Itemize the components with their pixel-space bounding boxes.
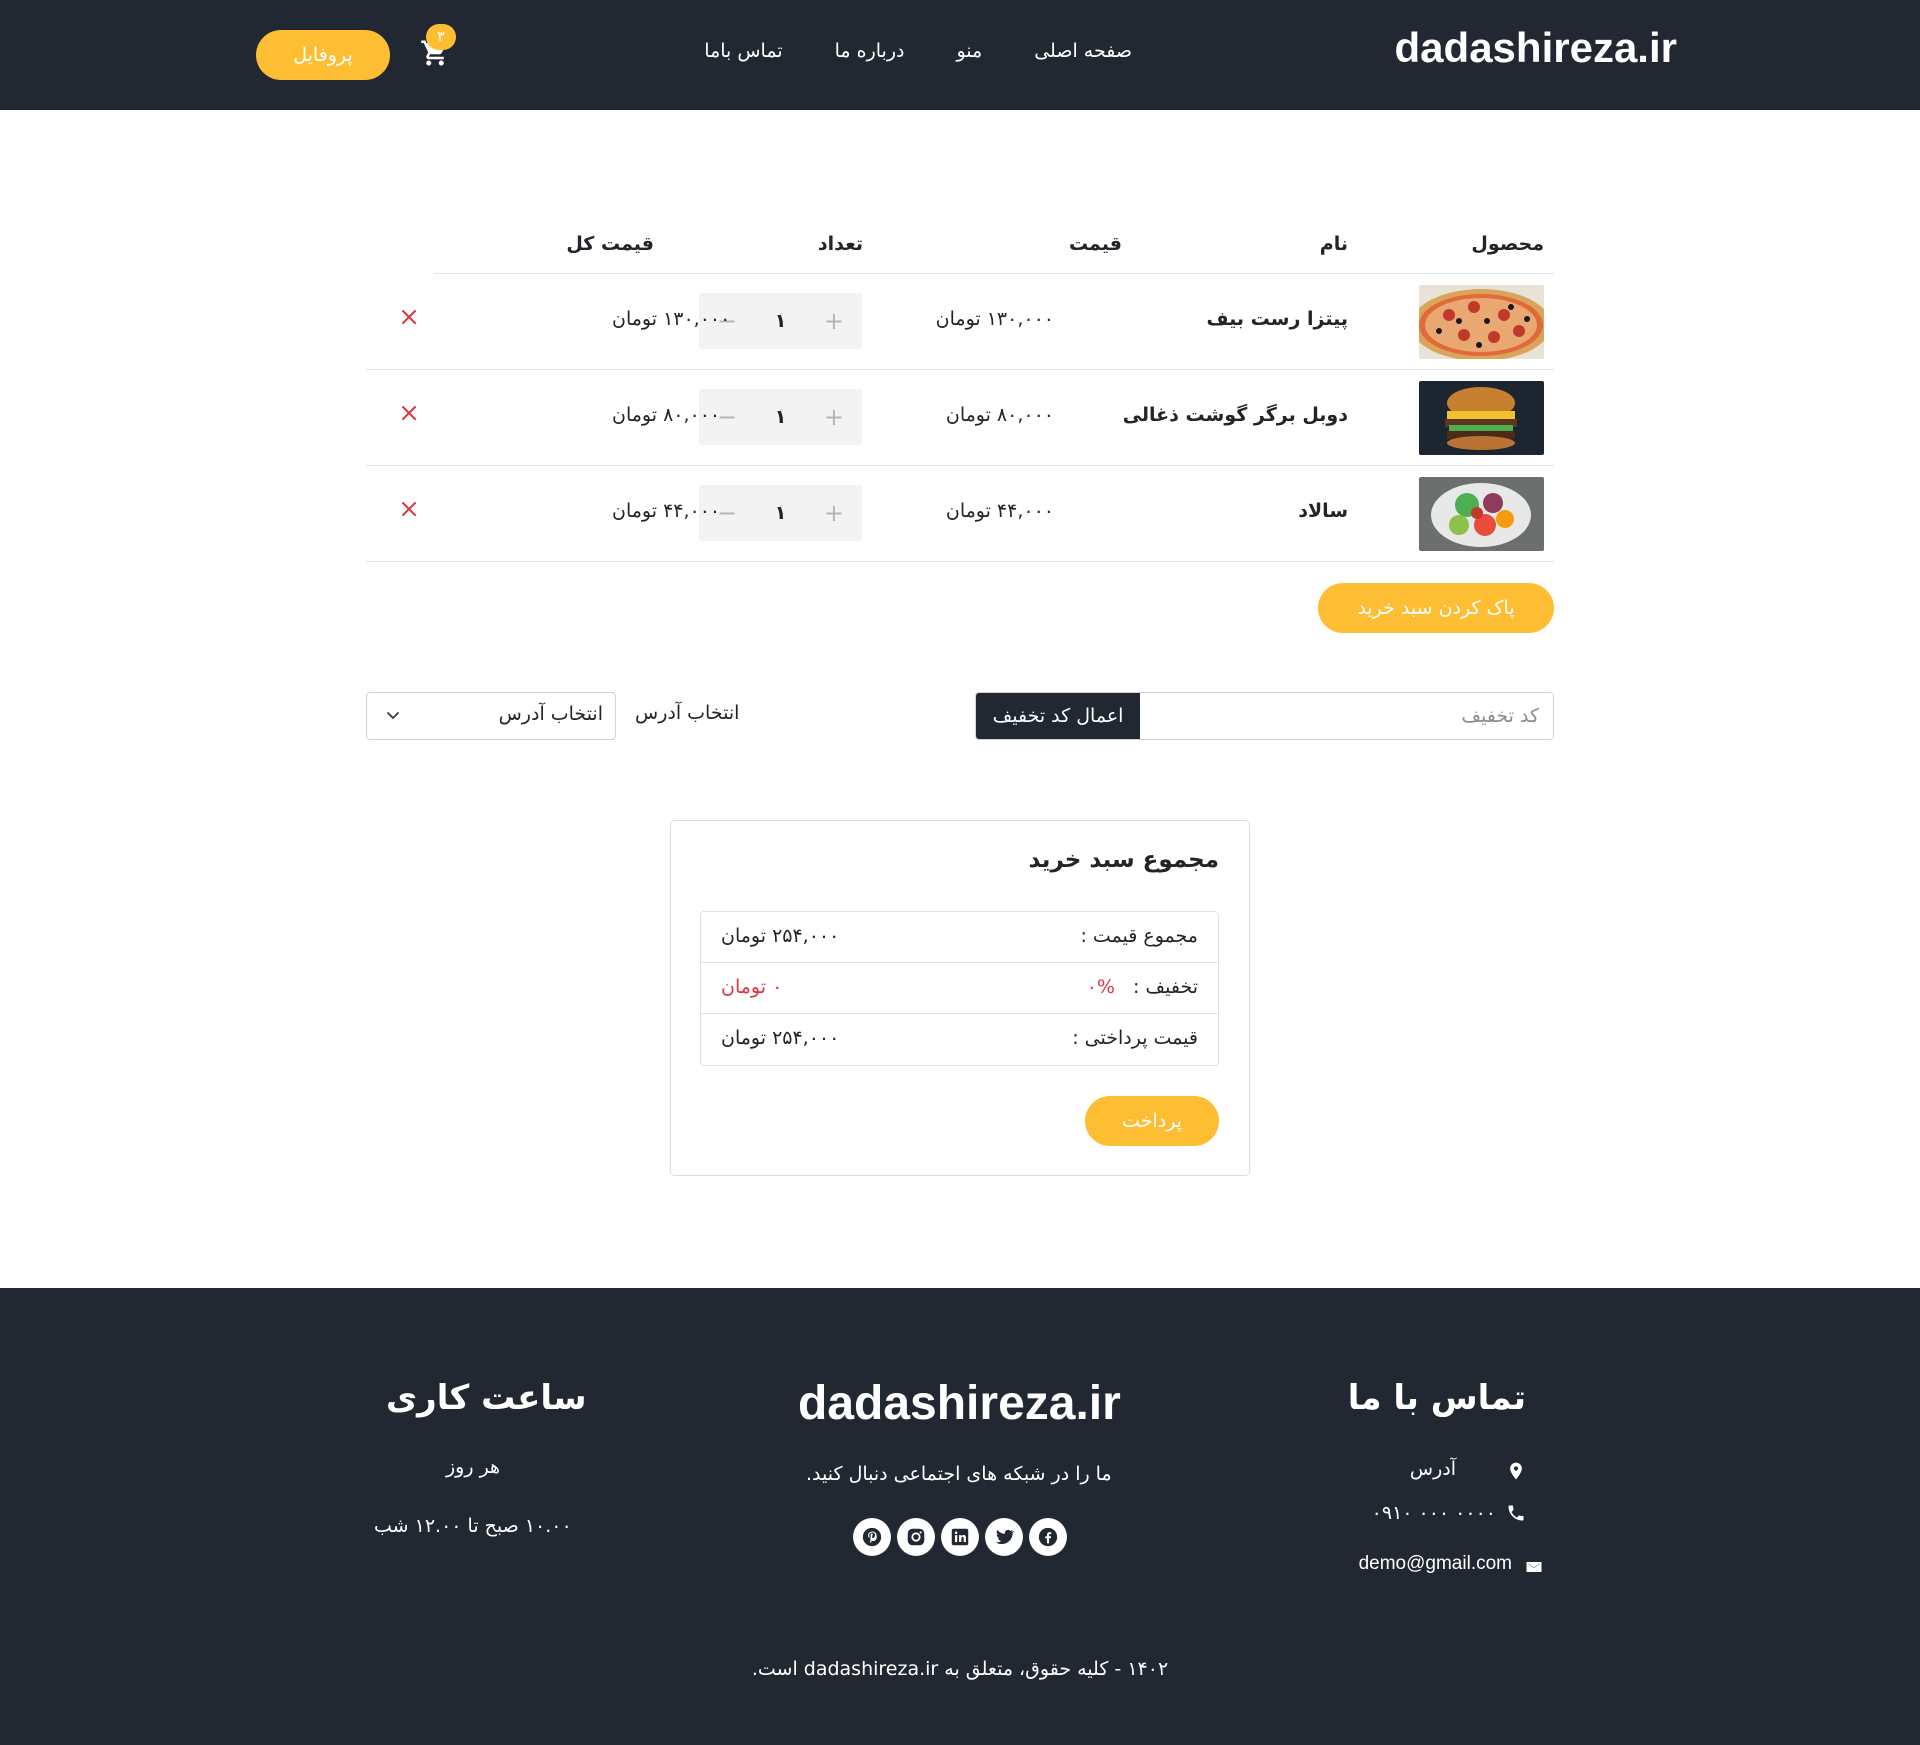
col-total: قیمت کل xyxy=(566,233,654,255)
quantity-value: ۱ xyxy=(774,406,787,428)
product-image-burger xyxy=(1419,381,1544,455)
summary-title: مجموع سبد خرید xyxy=(1028,847,1219,873)
profile-button[interactable]: پروفایل xyxy=(256,30,390,80)
footer-email[interactable]: demo@gmail.com xyxy=(1359,1553,1512,1575)
copyright: ۱۴۰۲ - کلیه حقوق، متعلق به dadashireza.i… xyxy=(751,1658,1169,1680)
discount-percent: %۰ xyxy=(1086,976,1115,998)
social-links xyxy=(853,1518,1067,1556)
mail-icon xyxy=(1526,1562,1542,1572)
hours-time: ۱۰.۰۰ صبح تا ۱۲.۰۰ شب xyxy=(374,1515,572,1537)
quantity-stepper: − ۱ + xyxy=(699,389,862,445)
cart-button[interactable]: ۳ xyxy=(410,24,456,74)
facebook-icon xyxy=(1038,1527,1058,1547)
cart-table: محصول نام قیمت تعداد قیمت کل پیتزا رست ب… xyxy=(366,225,1554,562)
product-total: ۱۳۰,۰۰۰ تومان xyxy=(612,308,731,330)
product-price: ۱۳۰,۰۰۰ تومان xyxy=(935,308,1054,330)
hours-title: ساعت کاری xyxy=(386,1378,587,1418)
product-image-pizza xyxy=(1419,285,1544,359)
pinterest-link[interactable] xyxy=(853,1518,891,1556)
summary-row-payable: قیمت پرداختی : ۲۵۴,۰۰۰ تومان xyxy=(701,1014,1218,1065)
col-price: قیمت xyxy=(1068,233,1122,255)
chevron-down-icon xyxy=(387,712,399,719)
footer-brand[interactable]: dadashireza.ir xyxy=(798,1376,1121,1431)
main-nav: صفحه اصلی منو درباره ما تماس باما xyxy=(704,40,1132,62)
twitter-link[interactable] xyxy=(985,1518,1023,1556)
clear-cart-button[interactable]: پاک کردن سبد خرید xyxy=(1318,583,1554,633)
summary-list: مجموع قیمت : ۲۵۴,۰۰۰ تومان تخفیف : %۰ ۰ … xyxy=(700,911,1219,1066)
twitter-icon xyxy=(995,1529,1015,1545)
site-header: dadashireza.ir صفحه اصلی منو درباره ما ت… xyxy=(0,0,1920,110)
address-select[interactable]: انتخاب آدرس xyxy=(366,692,616,740)
contact-title: تماس با ما xyxy=(1347,1378,1526,1418)
product-name: دوبل برگر گوشت ذغالی xyxy=(1122,404,1348,426)
discount-value: ۰ تومان xyxy=(721,976,783,998)
product-total: ۸۰,۰۰۰ تومان xyxy=(612,404,721,426)
footer-phone[interactable]: ۰۹۱۰ ۰۰۰ ۰۰۰۰ xyxy=(1372,1502,1496,1524)
location-icon xyxy=(1510,1462,1522,1480)
linkedin-link[interactable] xyxy=(941,1518,979,1556)
site-footer: تماس با ما آدرس ۰۹۱۰ ۰۰۰ ۰۰۰۰ demo@gmail… xyxy=(0,1288,1920,1745)
nav-about[interactable]: درباره ما xyxy=(835,40,905,62)
nav-home[interactable]: صفحه اصلی xyxy=(1034,40,1132,62)
increase-button[interactable]: + xyxy=(824,309,844,333)
pinterest-icon xyxy=(862,1527,882,1547)
increase-button[interactable]: + xyxy=(824,405,844,429)
col-qty: تعداد xyxy=(817,233,863,255)
address-label: انتخاب آدرس xyxy=(635,702,740,724)
nav-menu[interactable]: منو xyxy=(956,40,982,62)
remove-icon[interactable] xyxy=(399,307,419,327)
apply-coupon-button[interactable]: اعمال کد تخفیف xyxy=(976,693,1140,739)
cart-summary: مجموع سبد خرید مجموع قیمت : ۲۵۴,۰۰۰ توما… xyxy=(670,820,1250,1176)
discount-label-group: تخفیف : %۰ xyxy=(1087,976,1198,998)
address-select-value: انتخاب آدرس xyxy=(498,703,603,725)
discount-label: تخفیف : xyxy=(1132,976,1198,998)
col-product: محصول xyxy=(1471,233,1544,255)
brand-logo[interactable]: dadashireza.ir xyxy=(1395,24,1677,72)
summary-row-subtotal: مجموع قیمت : ۲۵۴,۰۰۰ تومان xyxy=(701,912,1218,963)
coupon-input[interactable] xyxy=(1140,693,1553,739)
coupon-group: اعمال کد تخفیف xyxy=(975,692,1554,740)
facebook-link[interactable] xyxy=(1029,1518,1067,1556)
linkedin-icon xyxy=(951,1528,969,1546)
product-name: پیتزا رست بیف xyxy=(1206,308,1348,330)
quantity-value: ۱ xyxy=(774,502,787,524)
table-row: پیتزا رست بیف ۱۳۰,۰۰۰ تومان − ۱ + ۱۳۰,۰۰… xyxy=(366,274,1554,370)
phone-icon xyxy=(1508,1505,1524,1521)
summary-row-discount: تخفیف : %۰ ۰ تومان xyxy=(701,963,1218,1014)
product-name: سالاد xyxy=(1298,500,1348,522)
remove-icon[interactable] xyxy=(399,499,419,519)
instagram-icon xyxy=(907,1528,925,1546)
pay-button[interactable]: پرداخت xyxy=(1085,1096,1219,1146)
instagram-link[interactable] xyxy=(897,1518,935,1556)
payable-value: ۲۵۴,۰۰۰ تومان xyxy=(721,1027,840,1049)
product-price: ۸۰,۰۰۰ تومان xyxy=(945,404,1054,426)
quantity-stepper: − ۱ + xyxy=(699,485,862,541)
product-total: ۴۴,۰۰۰ تومان xyxy=(612,500,721,522)
subtotal-label: مجموع قیمت : xyxy=(1080,925,1198,947)
cart-count-badge: ۳ xyxy=(426,24,456,50)
footer-address: آدرس xyxy=(1409,1458,1456,1480)
subtotal-value: ۲۵۴,۰۰۰ تومان xyxy=(721,925,840,947)
table-row: دوبل برگر گوشت ذغالی ۸۰,۰۰۰ تومان − ۱ + … xyxy=(366,370,1554,466)
increase-button[interactable]: + xyxy=(824,501,844,525)
quantity-value: ۱ xyxy=(774,310,787,332)
hours-days: هر روز xyxy=(446,1456,501,1478)
remove-icon[interactable] xyxy=(399,403,419,423)
table-row: سالاد ۴۴,۰۰۰ تومان − ۱ + ۴۴,۰۰۰ تومان xyxy=(366,466,1554,562)
table-header: محصول نام قیمت تعداد قیمت کل xyxy=(434,225,1554,274)
social-text: ما را در شبکه های اجتماعی دنبال کنید. xyxy=(806,1463,1112,1485)
product-price: ۴۴,۰۰۰ تومان xyxy=(945,500,1054,522)
col-name: نام xyxy=(1319,233,1348,255)
payable-label: قیمت پرداختی : xyxy=(1072,1027,1198,1049)
product-image-salad xyxy=(1419,477,1544,551)
nav-contact[interactable]: تماس باما xyxy=(704,40,782,62)
